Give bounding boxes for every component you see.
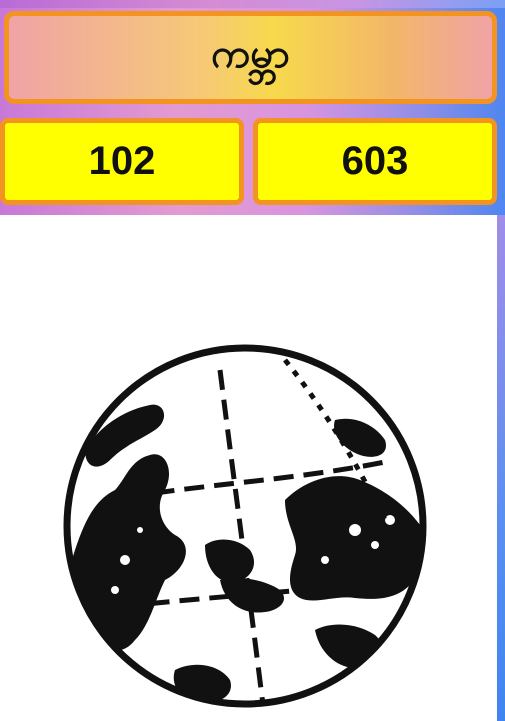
count-left-value: 102 [88, 139, 156, 183]
count-right-value: 603 [341, 139, 409, 183]
count-left-box[interactable]: 102 [0, 118, 244, 205]
right-edge-decoration [497, 215, 505, 721]
word-title-bar: ကမ္ဘာ [4, 11, 497, 104]
top-decoration [0, 0, 505, 8]
word-title: ကမ္ဘာ [211, 31, 290, 77]
count-right-box[interactable]: 603 [253, 118, 497, 205]
globe-icon [63, 344, 427, 708]
